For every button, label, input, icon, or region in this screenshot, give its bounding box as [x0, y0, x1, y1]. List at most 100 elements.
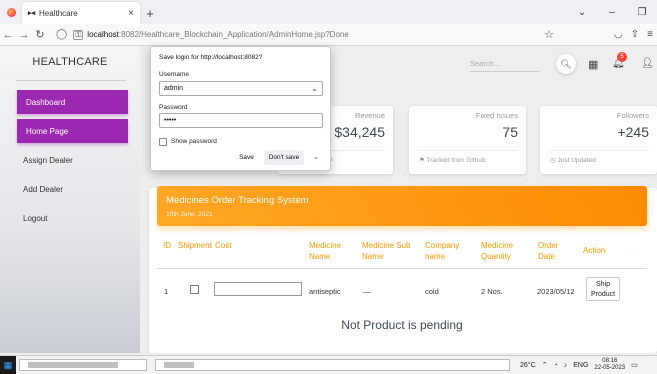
temperature: 26°C — [520, 361, 536, 369]
bookmark-star-icon[interactable]: ☆ — [540, 28, 558, 41]
horizontal-scrollbar-left[interactable] — [19, 359, 147, 371]
row-quantity: 2 Nos. — [481, 287, 503, 296]
column-header-company-name: Company name — [425, 241, 460, 261]
username-field[interactable]: admin ⌄ — [159, 81, 323, 96]
pending-message: Not Product is pending — [341, 318, 463, 332]
row-order-date: 2023/05/12 — [537, 287, 575, 296]
row-medicine-sub-name: — — [363, 287, 371, 296]
stat-value: +245 — [617, 124, 649, 140]
firefox-icon — [0, 0, 22, 24]
tab-title: Healthcare — [39, 8, 78, 18]
url-host: localhost — [87, 30, 119, 39]
chevron-down-icon[interactable]: ⌄ — [311, 84, 318, 93]
healthcare-tab-icon: ▸◂ — [28, 10, 36, 17]
sidebar-item-home-page[interactable]: Home Page — [17, 119, 128, 143]
sidebar-item-logout[interactable]: Logout — [14, 206, 125, 230]
order-title: Medicines Order Tracking System — [166, 195, 309, 206]
stat-value: 75 — [502, 124, 518, 140]
brand-divider — [16, 80, 126, 81]
fixed-issues-card: Fixed Issues 75 ⚑ Tracked from Github — [409, 106, 526, 174]
reload-icon[interactable]: ↻ — [32, 28, 48, 41]
password-value: ••••• — [164, 117, 177, 124]
column-header-order-date: Order Date — [538, 241, 559, 261]
shipment-checkbox[interactable] — [190, 285, 199, 294]
save-login-popup: Save login for http://localhost:8082? Us… — [150, 46, 331, 171]
new-tab-button[interactable]: + — [140, 2, 160, 24]
stat-label: Followers — [616, 111, 649, 120]
followers-card: Followers +245 ◷ Just Updated — [540, 106, 657, 174]
username-value: admin — [164, 85, 184, 92]
row-medicine-name: antiseptic — [309, 287, 341, 296]
volume-icon[interactable]: ♪ — [564, 362, 568, 369]
back-icon[interactable]: ← — [0, 29, 16, 41]
pocket-icon[interactable]: ◡ — [614, 29, 623, 40]
cost-input[interactable] — [214, 282, 302, 296]
row-company: cold — [425, 287, 439, 296]
stat-label: Revenue — [354, 111, 385, 120]
language[interactable]: ENG — [573, 362, 588, 369]
sidebar: HEALTHCARE Dashboard Home Page Assign De… — [0, 46, 140, 353]
sidebar-item-add-dealer[interactable]: Add Dealer — [14, 177, 125, 201]
header-divider — [157, 268, 647, 269]
row-id: 1 — [164, 287, 169, 296]
column-header-action: Action — [583, 246, 606, 255]
brand-title: HEALTHCARE — [32, 56, 108, 68]
ship-product-button[interactable]: Ship Product — [586, 277, 620, 301]
password-field[interactable]: ••••• — [159, 113, 323, 128]
taskbar: ▦ 26°C ⌃ ◔ ♪ ENG 08:16 22-05-2023 ▭ — [0, 355, 657, 374]
menu-icon[interactable]: ≡ — [647, 29, 653, 40]
stat-label: Fixed Issues — [475, 111, 518, 120]
dashboard-grid-icon[interactable]: ▦ — [588, 58, 598, 71]
sidebar-item-assign-dealer[interactable]: Assign Dealer — [14, 148, 125, 172]
popup-title: Save login for http://localhost:8082? — [159, 54, 263, 61]
column-header-overflow: · · · — [624, 246, 637, 255]
network-icon[interactable]: ◔ — [554, 362, 558, 369]
clock-date: 22-05-2023 — [594, 365, 626, 371]
system-tray: 26°C ⌃ ◔ ♪ ENG 08:16 22-05-2023 ▭ — [520, 358, 638, 372]
password-label: Password — [159, 104, 188, 111]
maximize-icon[interactable]: ❐ — [627, 7, 657, 18]
user-profile-icon[interactable]: 👤︎ — [641, 58, 654, 69]
horizontal-scrollbar-main[interactable] — [155, 359, 510, 371]
forward-icon[interactable]: → — [16, 29, 32, 41]
sidebar-item-dashboard[interactable]: Dashboard — [17, 90, 128, 114]
search-icon: 🔍︎ — [560, 58, 572, 69]
stat-value: $34,245 — [334, 124, 385, 140]
order-date-subtitle: 10th June, 2021 — [166, 211, 213, 218]
tray-expand-icon[interactable]: ⌃ — [542, 361, 548, 369]
column-header-shipment: Shipment — [178, 241, 212, 250]
notifications-icon[interactable]: ▭ — [631, 361, 638, 369]
extensions-icon[interactable]: ⇧ — [631, 29, 639, 40]
close-tab-icon[interactable]: × — [128, 8, 134, 19]
stat-footer: ⚑ Tracked from Github — [419, 157, 486, 164]
browser-tabbar: ▸◂ Healthcare × + ⌄ – ❐ — [0, 0, 657, 24]
url-bar[interactable]: ◯ ▢ ⚿ localhost:8082/Healthcare_Blockcha… — [0, 26, 657, 374]
clock-time: 08:16 — [602, 358, 618, 364]
browser-tab[interactable]: ▸◂ Healthcare × — [22, 2, 140, 24]
show-password-checkbox[interactable] — [159, 138, 167, 146]
minimize-icon[interactable]: – — [597, 7, 627, 18]
column-header-cost: Cost — [215, 241, 232, 250]
column-header-id: ID — [163, 241, 171, 250]
popup-menu-chevron-icon[interactable]: ⌄ — [307, 150, 325, 165]
save-button[interactable]: Save — [232, 150, 261, 165]
browser-navbar: ← → ↻ ◯ ▢ ⚿ localhost:8082/Healthcare_Bl… — [0, 24, 657, 374]
show-password-label[interactable]: Show password — [171, 138, 217, 145]
search-input[interactable]: Search... — [470, 56, 540, 72]
github-footer-text: Tracked from Github — [426, 157, 486, 164]
windows-start-icon[interactable]: ▦ — [0, 355, 16, 374]
column-header-medicine-sub-name: Medicine Sub Name — [362, 241, 411, 261]
url-path: :8082/Healthcare_Blockchain_Application/… — [118, 30, 349, 39]
notification-badge: 5 — [617, 52, 627, 62]
list-tabs-icon[interactable]: ⌄ — [567, 7, 597, 18]
column-header-medicine-name: Medicine Name — [309, 241, 342, 261]
key-icon[interactable]: ⚿ — [73, 29, 84, 40]
shield-icon[interactable]: ◯ — [56, 29, 67, 40]
username-label: Username — [159, 71, 189, 78]
updated-footer-text: Just Updated — [557, 157, 596, 164]
stat-footer: ◷ Just Updated — [550, 157, 596, 164]
column-header-medicine-quantity: Medicine Quantity — [481, 241, 514, 261]
dont-save-button[interactable]: Don't save — [264, 150, 304, 165]
search-button[interactable]: 🔍︎ — [556, 54, 576, 74]
clock[interactable]: 08:16 22-05-2023 — [594, 358, 625, 372]
